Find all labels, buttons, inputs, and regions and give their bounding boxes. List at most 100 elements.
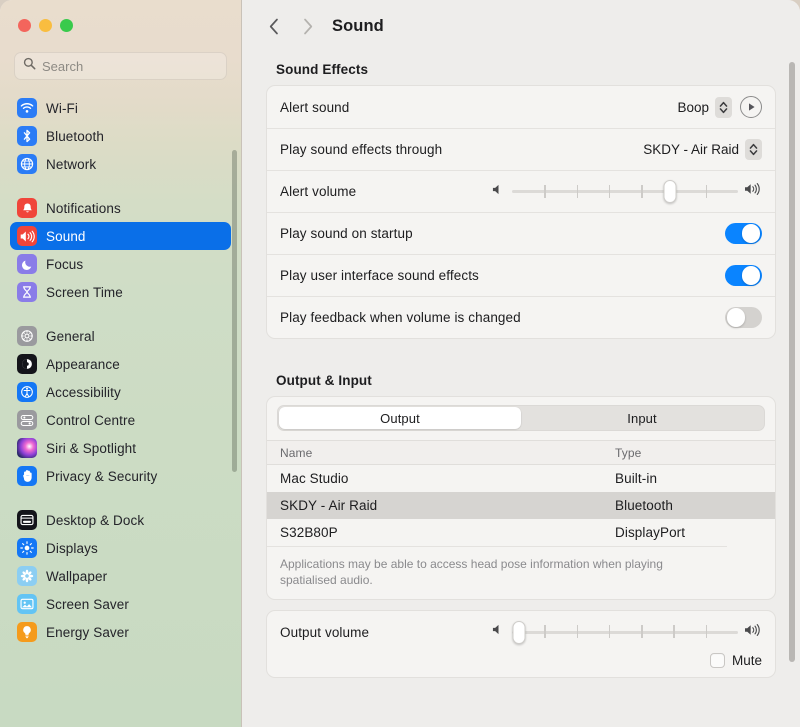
wifi-icon (17, 98, 37, 118)
play-sound-on-startup-toggle[interactable] (725, 222, 762, 245)
sidebar-item-label: Screen Saver (46, 596, 129, 612)
chevron-updown-icon (745, 139, 762, 160)
sidebar-item-label: Accessibility (46, 384, 121, 400)
play-feedback-volume-label: Play feedback when volume is changed (280, 310, 521, 325)
play-triangle-icon (748, 103, 755, 111)
sidebar-item-label: Displays (46, 540, 98, 556)
play-sound-on-startup-row: Play sound on startup (267, 212, 775, 254)
play-ui-sound-effects-row: Play user interface sound effects (267, 254, 775, 296)
column-header-type: Type (615, 445, 642, 460)
table-row[interactable]: Mac Studio Built-in (267, 465, 775, 492)
sidebar-item-wi-fi[interactable]: Wi-Fi (10, 94, 231, 122)
sound-speaker-icon (17, 226, 37, 246)
play-alert-sound-button[interactable] (740, 96, 762, 118)
sidebar-item-label: Notifications (46, 200, 121, 216)
device-type: Bluetooth (615, 498, 673, 513)
output-input-tabs: Output Input (277, 405, 765, 431)
sidebar-item-label: Energy Saver (46, 624, 129, 640)
sidebar-item-label: Wallpaper (46, 568, 108, 584)
sidebar-item-bluetooth[interactable]: Bluetooth (10, 122, 231, 150)
sidebar-item-privacy-security[interactable]: Privacy & Security (10, 462, 231, 490)
alert-volume-thumb[interactable] (663, 180, 677, 203)
alert-sound-row: Alert sound Boop (267, 86, 775, 128)
output-volume-row: Output volume (267, 611, 775, 653)
output-volume-card: Output volume Mute (266, 610, 776, 679)
settings-content: Sound Effects Alert sound Boop Play soun… (242, 52, 800, 727)
sidebar-item-displays[interactable]: Displays (10, 534, 231, 562)
alert-volume-slider[interactable] (492, 180, 762, 203)
sidebar-scrollbar[interactable] (232, 150, 237, 472)
zoom-window-button[interactable] (60, 19, 73, 32)
sidebar-item-network[interactable]: Network (10, 150, 231, 178)
chevron-updown-icon (715, 96, 732, 118)
sound-effects-section-title: Sound Effects (276, 62, 369, 77)
sidebar-item-label: Appearance (46, 356, 120, 372)
search-icon (23, 57, 36, 75)
main-scrollbar[interactable] (789, 62, 795, 662)
sidebar-group: Notifications Sound Focus Screen Time (10, 194, 231, 306)
output-input-section-title: Output & Input (276, 373, 372, 388)
siri-orb-icon (17, 438, 37, 458)
chevron-right-icon (304, 18, 313, 34)
screen-saver-icon (17, 594, 37, 614)
play-ui-sound-effects-toggle[interactable] (725, 264, 762, 287)
sidebar-item-focus[interactable]: Focus (10, 250, 231, 278)
sidebar-item-desktop-dock[interactable]: Desktop & Dock (10, 506, 231, 534)
sidebar-item-appearance[interactable]: Appearance (10, 350, 231, 378)
sidebar-item-accessibility[interactable]: Accessibility (10, 378, 231, 406)
tab-output[interactable]: Output (279, 407, 521, 429)
alert-sound-value: Boop (677, 99, 709, 115)
search-input[interactable] (42, 58, 218, 74)
tab-input-label: Input (627, 410, 657, 426)
alert-sound-popup[interactable]: Boop (677, 96, 732, 118)
device-type: Built-in (615, 471, 658, 486)
tab-input[interactable]: Input (521, 407, 763, 429)
alert-sound-label: Alert sound (280, 99, 350, 115)
forward-button[interactable] (294, 12, 322, 40)
energy-saver-bulb-icon (17, 622, 37, 642)
device-name: S32B80P (280, 525, 338, 540)
play-sound-on-startup-label: Play sound on startup (280, 226, 413, 241)
play-feedback-volume-toggle[interactable] (725, 306, 762, 329)
sidebar-item-general[interactable]: General (10, 322, 231, 350)
sidebar-item-control-centre[interactable]: Control Centre (10, 406, 231, 434)
alert-volume-track[interactable] (512, 180, 738, 203)
alert-volume-row: Alert volume (267, 170, 775, 212)
table-row[interactable]: S32B80P DisplayPort (267, 519, 775, 546)
minimize-window-button[interactable] (39, 19, 52, 32)
device-type: DisplayPort (615, 525, 686, 540)
sidebar-item-notifications[interactable]: Notifications (10, 194, 231, 222)
mute-label: Mute (731, 653, 762, 669)
sidebar-item-label: Control Centre (46, 412, 136, 428)
sidebar-item-label: Wi-Fi (46, 100, 78, 116)
output-input-card: Output Input Name Type Mac Studio Built-i… (266, 396, 776, 601)
privacy-hand-icon (17, 466, 37, 486)
sidebar-item-siri-spotlight[interactable]: Siri & Spotlight (10, 434, 231, 462)
mute-checkbox[interactable] (709, 653, 725, 669)
sidebar-item-screen-time[interactable]: Screen Time (10, 278, 231, 306)
search-container (0, 48, 241, 80)
search-box[interactable] (14, 52, 227, 80)
sidebar-item-wallpaper[interactable]: Wallpaper (10, 562, 231, 590)
play-through-popup[interactable]: SKDY - Air Raid (643, 139, 762, 160)
output-volume-slider[interactable] (492, 620, 762, 644)
sidebar-item-screen-saver[interactable]: Screen Saver (10, 590, 231, 618)
output-volume-label: Output volume (280, 624, 370, 640)
notifications-bell-icon (17, 198, 37, 218)
device-table-body: Mac Studio Built-in SKDY - Air Raid Bluetoo… (267, 465, 775, 546)
device-table-header: Name Type (267, 440, 775, 465)
control-centre-sliders-icon (17, 410, 37, 430)
accessibility-person-icon (17, 382, 37, 402)
network-globe-icon (17, 154, 37, 174)
screen-time-hourglass-icon (17, 282, 37, 302)
sidebar-item-label: Sound (46, 228, 86, 244)
sidebar-group: General Appearance Accessibility Control Ce… (10, 322, 231, 490)
close-window-button[interactable] (18, 19, 31, 32)
back-button[interactable] (260, 12, 288, 40)
table-row[interactable]: SKDY - Air Raid Bluetooth (267, 492, 775, 519)
output-volume-track[interactable] (512, 620, 738, 644)
sidebar-item-label: Screen Time (46, 284, 123, 300)
output-volume-thumb[interactable] (512, 620, 526, 644)
sidebar-item-sound[interactable]: Sound (10, 222, 231, 250)
sidebar-item-energy-saver[interactable]: Energy Saver (10, 618, 231, 646)
